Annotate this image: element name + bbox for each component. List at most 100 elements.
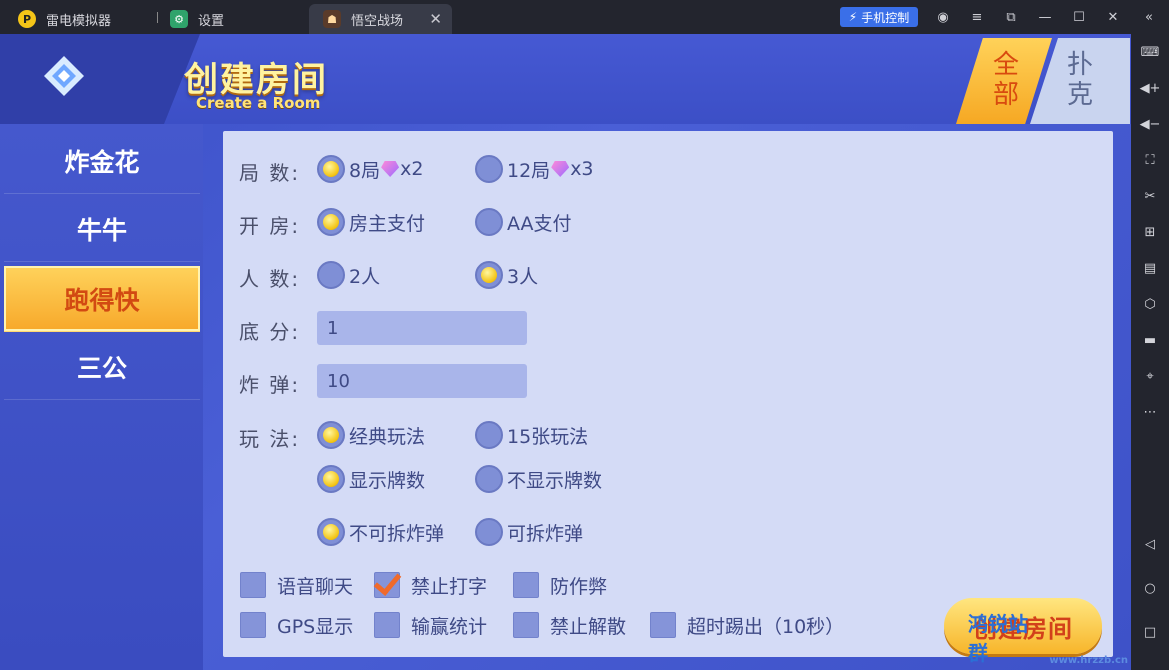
folder-icon[interactable]: ▬ bbox=[1140, 330, 1160, 350]
checkbox-no-dissolve[interactable]: 禁止解散 bbox=[513, 611, 626, 639]
scissors-icon[interactable]: ✂ bbox=[1140, 186, 1160, 206]
checkbox[interactable] bbox=[374, 572, 400, 598]
checkbox-anti-cheat[interactable]: 防作弊 bbox=[513, 571, 607, 599]
rules-label: 玩 法: bbox=[239, 427, 301, 451]
volume-down-icon[interactable]: ◀− bbox=[1140, 114, 1161, 134]
gear-icon: ⚙ bbox=[170, 10, 188, 28]
checkbox-gps[interactable]: GPS显示 bbox=[240, 611, 353, 639]
volume-up-icon[interactable]: ◀+ bbox=[1140, 78, 1161, 98]
game-screen: 创建房间 Create a Room 全部 扑克 炸金花 牛牛 跑得快 三公 局… bbox=[0, 34, 1131, 670]
close-window-icon[interactable]: ✕ bbox=[1104, 8, 1122, 26]
phone-control-button[interactable]: ⚡ 手机控制 bbox=[840, 7, 918, 27]
rule-option-hide-count[interactable]: 不显示牌数 bbox=[475, 464, 602, 494]
more-icon[interactable]: ⋯ bbox=[1140, 402, 1160, 422]
category-label: 全部 bbox=[992, 50, 1019, 110]
checkbox[interactable] bbox=[650, 612, 676, 638]
players-option-2[interactable]: 2人 bbox=[317, 260, 380, 290]
checkbox-label: GPS显示 bbox=[277, 615, 354, 638]
maximize-icon[interactable]: ☐ bbox=[1070, 8, 1088, 26]
tab-game[interactable]: ☗ 悟空战场 ✕ bbox=[309, 4, 452, 34]
payment-option-aa[interactable]: AA支付 bbox=[475, 207, 572, 237]
rule-option-classic[interactable]: 经典玩法 bbox=[317, 420, 425, 450]
rule-option-split-bomb[interactable]: 可拆炸弹 bbox=[475, 517, 583, 547]
tab-label: 设置 bbox=[198, 13, 225, 29]
players-option-3[interactable]: 3人 bbox=[475, 260, 538, 290]
game-avatar-icon: ☗ bbox=[323, 10, 341, 28]
checkbox-win-loss-stats[interactable]: 输赢统计 bbox=[374, 611, 487, 639]
option-label: 可拆炸弹 bbox=[507, 522, 584, 545]
radio-button[interactable] bbox=[475, 421, 503, 449]
rule-option-show-count[interactable]: 显示牌数 bbox=[317, 464, 425, 494]
radio-button[interactable] bbox=[317, 208, 345, 236]
add-app-icon[interactable]: ⊞ bbox=[1140, 222, 1160, 242]
screenshot-icon[interactable]: ⧉ bbox=[1002, 8, 1020, 26]
checkbox-timeout-kick[interactable]: 超时踢出（10秒） bbox=[650, 611, 844, 639]
sidebar-item-label: 炸金花 bbox=[64, 147, 140, 177]
option-multiplier: x2 bbox=[400, 158, 424, 180]
hexagon-settings-icon[interactable]: ⬡ bbox=[1140, 294, 1160, 314]
radio-button[interactable] bbox=[475, 155, 503, 183]
recent-apps-icon[interactable]: □ bbox=[1140, 622, 1160, 642]
tab-settings[interactable]: ⚙ 设置 bbox=[156, 4, 306, 34]
bomb-field[interactable]: 10 bbox=[317, 364, 527, 398]
radio-button[interactable] bbox=[317, 518, 345, 546]
sidebar-item-label: 跑得快 bbox=[64, 285, 140, 315]
checkbox[interactable] bbox=[513, 572, 539, 598]
radio-button[interactable] bbox=[475, 261, 503, 289]
option-label: 8局 bbox=[349, 159, 381, 182]
checkbox[interactable] bbox=[240, 612, 266, 638]
fullscreen-icon[interactable]: ⛶ bbox=[1140, 150, 1160, 170]
category-label: 扑克 bbox=[1066, 50, 1093, 110]
sidebar-item-niuniu[interactable]: 牛牛 bbox=[4, 196, 200, 262]
rounds-option-8[interactable]: 8局 x2 bbox=[317, 154, 423, 184]
checkbox-label: 超时踢出（10秒） bbox=[687, 615, 845, 638]
room-settings-panel: 局 数: 8局 x2 12局 x3 开 房: 房主支付 AA支付 人 数: 2人 bbox=[223, 131, 1113, 657]
radio-button[interactable] bbox=[317, 465, 345, 493]
radio-button[interactable] bbox=[317, 261, 345, 289]
sidebar-item-paodekuai[interactable]: 跑得快 bbox=[4, 266, 200, 332]
account-icon[interactable]: ◉ bbox=[934, 8, 952, 26]
option-label: 不可拆炸弹 bbox=[349, 522, 445, 545]
checkbox[interactable] bbox=[240, 572, 266, 598]
gem-icon bbox=[551, 161, 570, 177]
menu-icon[interactable]: ≡ bbox=[968, 8, 986, 26]
watermark: 鸿锐站群 www.hrzzb.cn bbox=[968, 612, 1128, 666]
radio-button[interactable] bbox=[317, 155, 345, 183]
minimize-icon[interactable]: — bbox=[1036, 8, 1054, 26]
rounds-option-12[interactable]: 12局 x3 bbox=[475, 154, 594, 184]
radio-button[interactable] bbox=[475, 465, 503, 493]
home-icon[interactable]: ○ bbox=[1140, 578, 1160, 598]
checkbox-no-typing[interactable]: 禁止打字 bbox=[374, 571, 487, 599]
header-logo-area bbox=[0, 34, 200, 124]
checkbox[interactable] bbox=[374, 612, 400, 638]
sidebar-item-zhajinhua[interactable]: 炸金花 bbox=[4, 128, 200, 194]
watermark-text: 鸿锐站群 bbox=[968, 612, 1028, 665]
back-logo-icon[interactable] bbox=[42, 54, 86, 98]
checkbox-voice-chat[interactable]: 语音聊天 bbox=[240, 571, 353, 599]
apk-icon[interactable]: ▤ bbox=[1140, 258, 1160, 278]
checkbox-label: 输赢统计 bbox=[411, 615, 488, 638]
radio-button[interactable] bbox=[317, 421, 345, 449]
payment-option-host[interactable]: 房主支付 bbox=[317, 207, 425, 237]
close-tab-icon[interactable]: ✕ bbox=[429, 10, 442, 28]
sidebar-item-label: 牛牛 bbox=[76, 215, 127, 245]
checkbox-label: 禁止打字 bbox=[411, 575, 488, 598]
radio-button[interactable] bbox=[475, 518, 503, 546]
collapse-sidebar-icon[interactable]: « bbox=[1140, 8, 1158, 26]
option-label: 不显示牌数 bbox=[507, 469, 603, 492]
rule-option-15-cards[interactable]: 15张玩法 bbox=[475, 420, 588, 450]
location-icon[interactable]: ⌖ bbox=[1140, 366, 1160, 386]
option-label: 房主支付 bbox=[349, 212, 426, 235]
radio-button[interactable] bbox=[475, 208, 503, 236]
rule-option-no-split-bomb[interactable]: 不可拆炸弹 bbox=[317, 517, 444, 547]
title-bar: P 雷电模拟器 ⚙ 设置 ☗ 悟空战场 ✕ ⚡ 手机控制 ◉ ≡ ⧉ — ☐ ✕… bbox=[0, 0, 1169, 34]
option-label: 15张玩法 bbox=[507, 425, 589, 448]
page-subtitle: Create a Room bbox=[196, 94, 321, 112]
base-score-field[interactable]: 1 bbox=[317, 311, 527, 345]
checkbox[interactable] bbox=[513, 612, 539, 638]
back-icon[interactable]: ◁ bbox=[1140, 534, 1160, 554]
sidebar-item-sangong[interactable]: 三公 bbox=[4, 334, 200, 400]
game-type-sidebar: 炸金花 牛牛 跑得快 三公 bbox=[0, 124, 203, 670]
keyboard-icon[interactable]: ⌨ bbox=[1140, 42, 1160, 62]
tab-leidian-emulator[interactable]: P 雷电模拟器 bbox=[4, 4, 154, 34]
